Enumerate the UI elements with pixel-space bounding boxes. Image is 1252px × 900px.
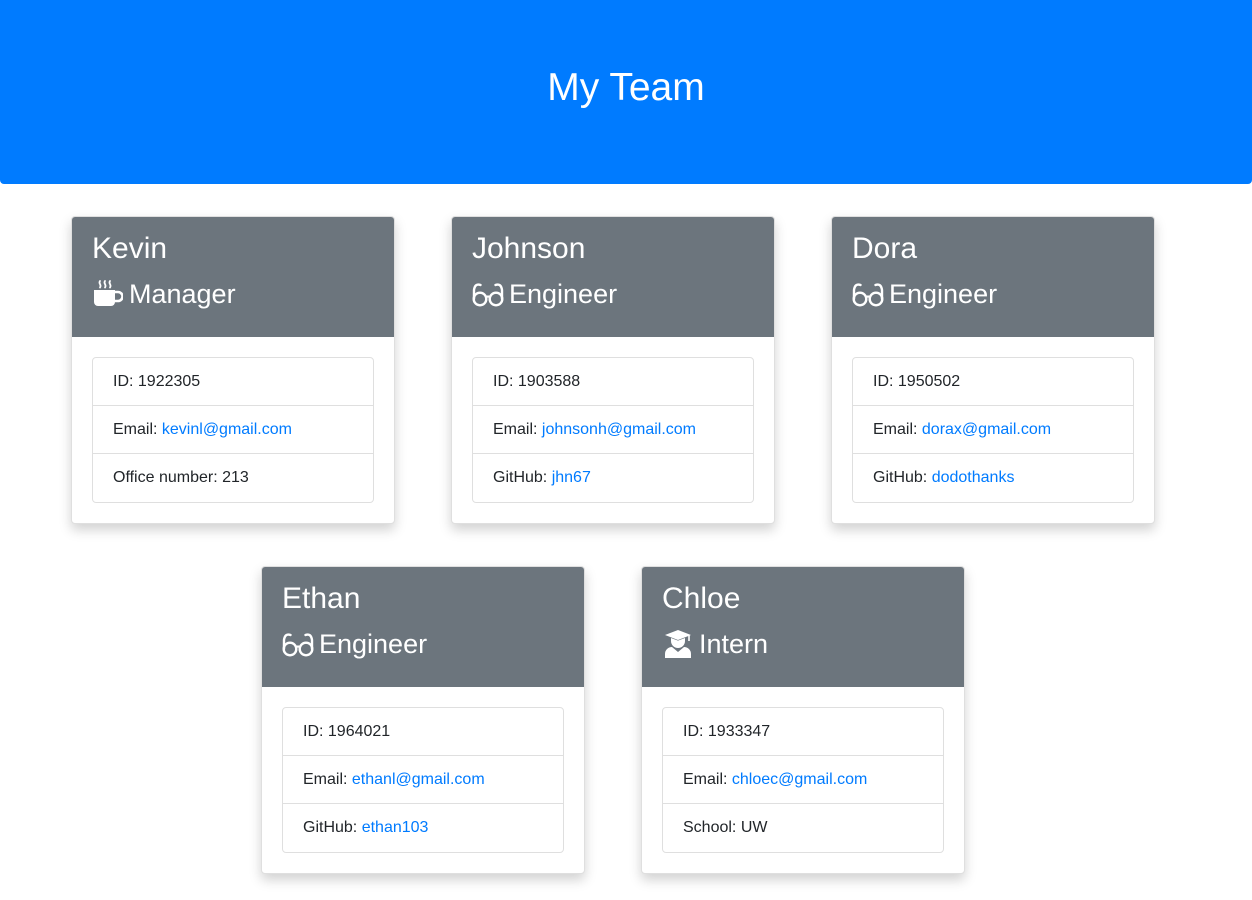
- details-list: ID: 1903588 Email: johnsonh@gmail.com Gi…: [472, 357, 754, 503]
- employee-role: Engineer: [282, 627, 564, 661]
- id-value: 1950502: [897, 373, 961, 390]
- list-item-email: Email: dorax@gmail.com: [853, 406, 1133, 454]
- list-item-id: ID: 1950502: [853, 358, 1133, 406]
- card-body: ID: 1903588 Email: johnsonh@gmail.com Gi…: [452, 337, 774, 523]
- github-label: GitHub:: [493, 469, 548, 486]
- card-body: ID: 1950502 Email: dorax@gmail.com GitHu…: [832, 337, 1154, 523]
- card-header: Ethan Engineer: [262, 567, 584, 687]
- role-label: Engineer: [319, 629, 428, 659]
- list-item-office: Office number: 213: [93, 454, 373, 502]
- team-header: My Team: [0, 0, 1252, 184]
- list-item-id: ID: 1903588: [473, 358, 753, 406]
- card-header: Kevin Manager: [72, 217, 394, 337]
- list-item-email: Email: ethanl@gmail.com: [283, 756, 563, 804]
- list-item-email: Email: johnsonh@gmail.com: [473, 406, 753, 454]
- page-title: My Team: [547, 66, 705, 109]
- glasses-icon: [852, 279, 884, 309]
- role-label: Engineer: [889, 279, 998, 309]
- office-value: 213: [222, 469, 249, 486]
- user-graduate-icon: [662, 629, 694, 659]
- school-value: UW: [740, 819, 768, 836]
- email-link[interactable]: dorax@gmail.com: [922, 421, 1051, 438]
- github-label: GitHub:: [873, 469, 928, 486]
- id-label: ID:: [113, 373, 134, 390]
- email-link[interactable]: johnsonh@gmail.com: [542, 421, 696, 438]
- id-value: 1964021: [327, 723, 391, 740]
- id-value: 1933347: [707, 723, 771, 740]
- email-label: Email:: [493, 421, 538, 438]
- glasses-icon: [472, 279, 504, 309]
- email-label: Email:: [873, 421, 918, 438]
- github-link[interactable]: ethan103: [362, 819, 429, 836]
- id-label: ID:: [493, 373, 514, 390]
- employee-name: Dora: [852, 232, 918, 265]
- role-label: Intern: [699, 629, 769, 659]
- id-label: ID:: [873, 373, 894, 390]
- id-label: ID:: [303, 723, 324, 740]
- details-list: ID: 1933347 Email: chloec@gmail.com Scho…: [662, 707, 944, 853]
- employee-role: Manager: [92, 277, 374, 311]
- details-list: ID: 1950502 Email: dorax@gmail.com GitHu…: [852, 357, 1134, 503]
- employee-role: Engineer: [852, 277, 1134, 311]
- employee-card-johnson: Johnson Engineer ID: 1903588 Email: john…: [451, 216, 775, 524]
- employee-card-kevin: Kevin Manager ID: 1922305 Email: kevinl@…: [71, 216, 395, 524]
- details-list: ID: 1964021 Email: ethanl@gmail.com GitH…: [282, 707, 564, 853]
- email-link[interactable]: chloec@gmail.com: [732, 771, 867, 788]
- github-link[interactable]: jhn67: [552, 469, 591, 486]
- email-label: Email:: [303, 771, 348, 788]
- card-header: Dora Engineer: [832, 217, 1154, 337]
- glasses-icon: [282, 629, 314, 659]
- employee-name: Ethan: [282, 582, 361, 615]
- card-body: ID: 1922305 Email: kevinl@gmail.com Offi…: [72, 337, 394, 523]
- card-header: Johnson Engineer: [452, 217, 774, 337]
- id-value: 1903588: [517, 373, 581, 390]
- list-item-id: ID: 1964021: [283, 708, 563, 756]
- employee-name: Johnson: [472, 232, 586, 265]
- list-item-email: Email: kevinl@gmail.com: [93, 406, 373, 454]
- details-list: ID: 1922305 Email: kevinl@gmail.com Offi…: [92, 357, 374, 503]
- list-item-email: Email: chloec@gmail.com: [663, 756, 943, 804]
- role-label: Manager: [129, 279, 236, 309]
- list-item-id: ID: 1933347: [663, 708, 943, 756]
- github-link[interactable]: dodothanks: [932, 469, 1015, 486]
- employee-role: Engineer: [472, 277, 754, 311]
- card-body: ID: 1964021 Email: ethanl@gmail.com GitH…: [262, 687, 584, 873]
- email-label: Email:: [113, 421, 158, 438]
- email-link[interactable]: kevinl@gmail.com: [162, 421, 292, 438]
- employee-name: Kevin: [92, 232, 168, 265]
- employee-name: Chloe: [662, 582, 741, 615]
- employee-card-chloe: Chloe Intern ID: 1933347 Email: chloec@g…: [641, 566, 965, 874]
- school-label: School:: [683, 819, 737, 836]
- id-value: 1922305: [137, 373, 201, 390]
- list-item-github: GitHub: jhn67: [473, 454, 753, 502]
- card-header: Chloe Intern: [642, 567, 964, 687]
- list-item-github: GitHub: dodothanks: [853, 454, 1133, 502]
- mug-hot-icon: [92, 279, 124, 309]
- email-link[interactable]: ethanl@gmail.com: [352, 771, 485, 788]
- employee-role: Intern: [662, 627, 944, 661]
- role-label: Engineer: [509, 279, 618, 309]
- employee-card-ethan: Ethan Engineer ID: 1964021 Email: ethanl…: [261, 566, 585, 874]
- employee-card-dora: Dora Engineer ID: 1950502 Email: dorax@g…: [831, 216, 1155, 524]
- office-label: Office number:: [113, 469, 218, 486]
- list-item-school: School: UW: [663, 804, 943, 852]
- github-label: GitHub:: [303, 819, 358, 836]
- id-label: ID:: [683, 723, 704, 740]
- list-item-id: ID: 1922305: [93, 358, 373, 406]
- card-body: ID: 1933347 Email: chloec@gmail.com Scho…: [642, 687, 964, 873]
- email-label: Email:: [683, 771, 728, 788]
- list-item-github: GitHub: ethan103: [283, 804, 563, 852]
